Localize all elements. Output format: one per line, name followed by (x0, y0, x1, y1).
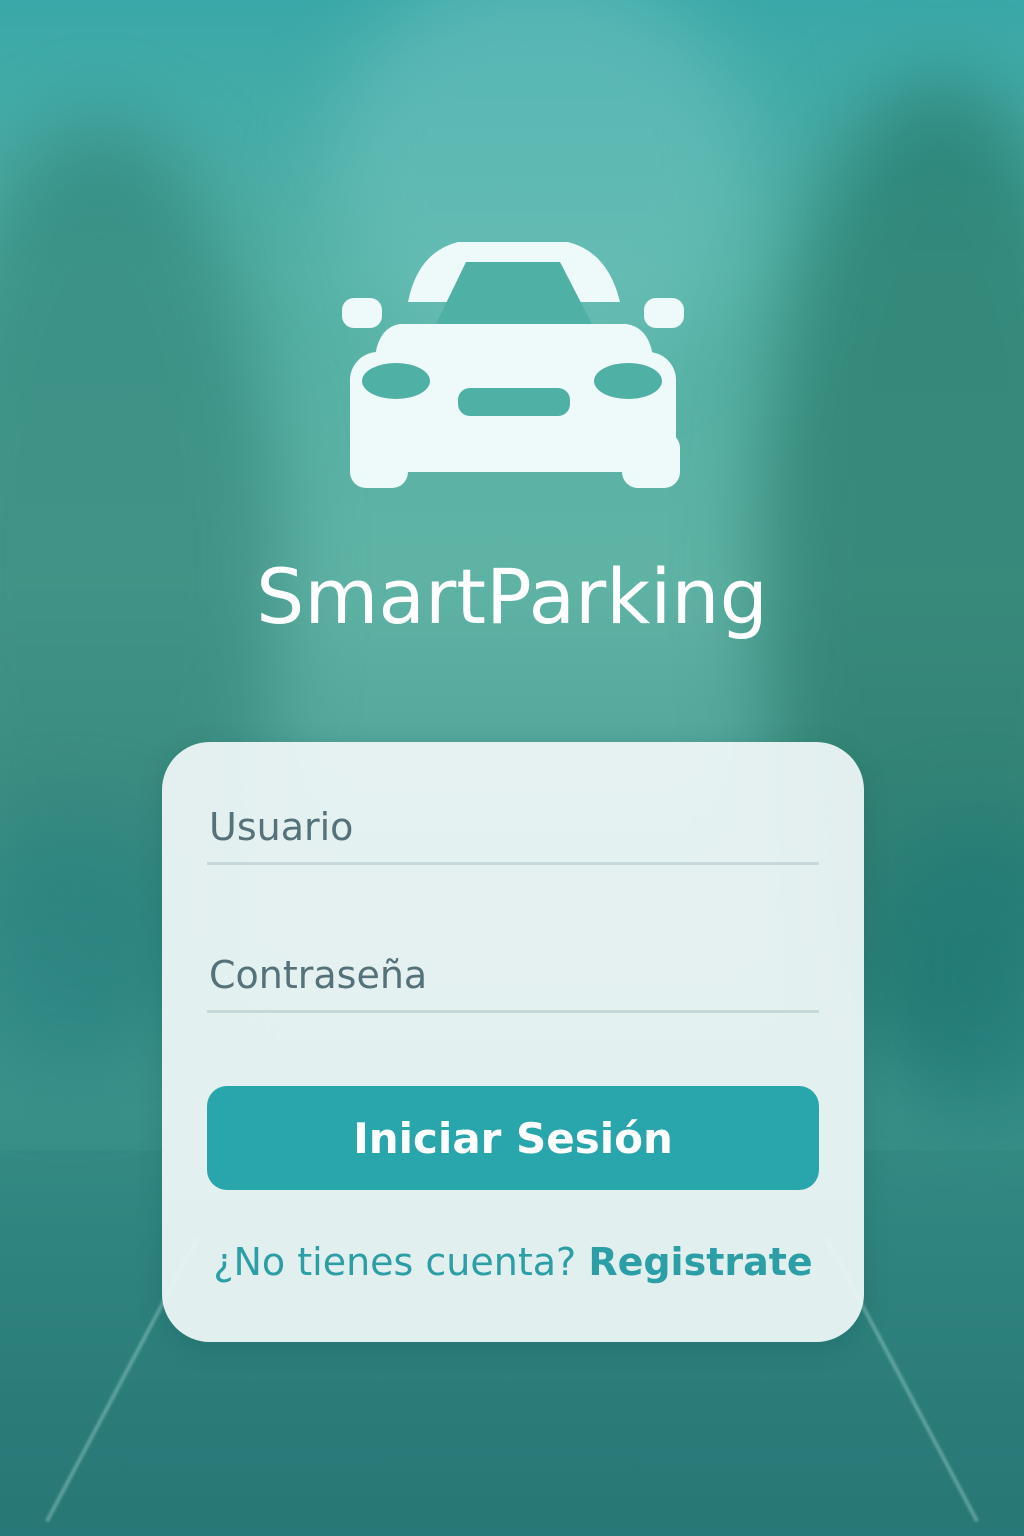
login-button[interactable]: Iniciar Sesión (207, 1086, 819, 1190)
login-card: Iniciar Sesión ¿No tienes cuenta? Regist… (162, 742, 864, 1342)
register-link[interactable]: Registrate (588, 1240, 812, 1284)
register-prompt-line: ¿No tienes cuenta? Registrate (162, 1240, 864, 1284)
register-prompt-text: ¿No tienes cuenta? (213, 1240, 577, 1284)
username-input[interactable] (207, 792, 821, 862)
app-title: SmartParking (256, 552, 768, 641)
password-field-wrapper (207, 940, 821, 1013)
username-field-wrapper (207, 792, 821, 865)
car-icon (342, 242, 684, 488)
password-input[interactable] (207, 940, 821, 1010)
